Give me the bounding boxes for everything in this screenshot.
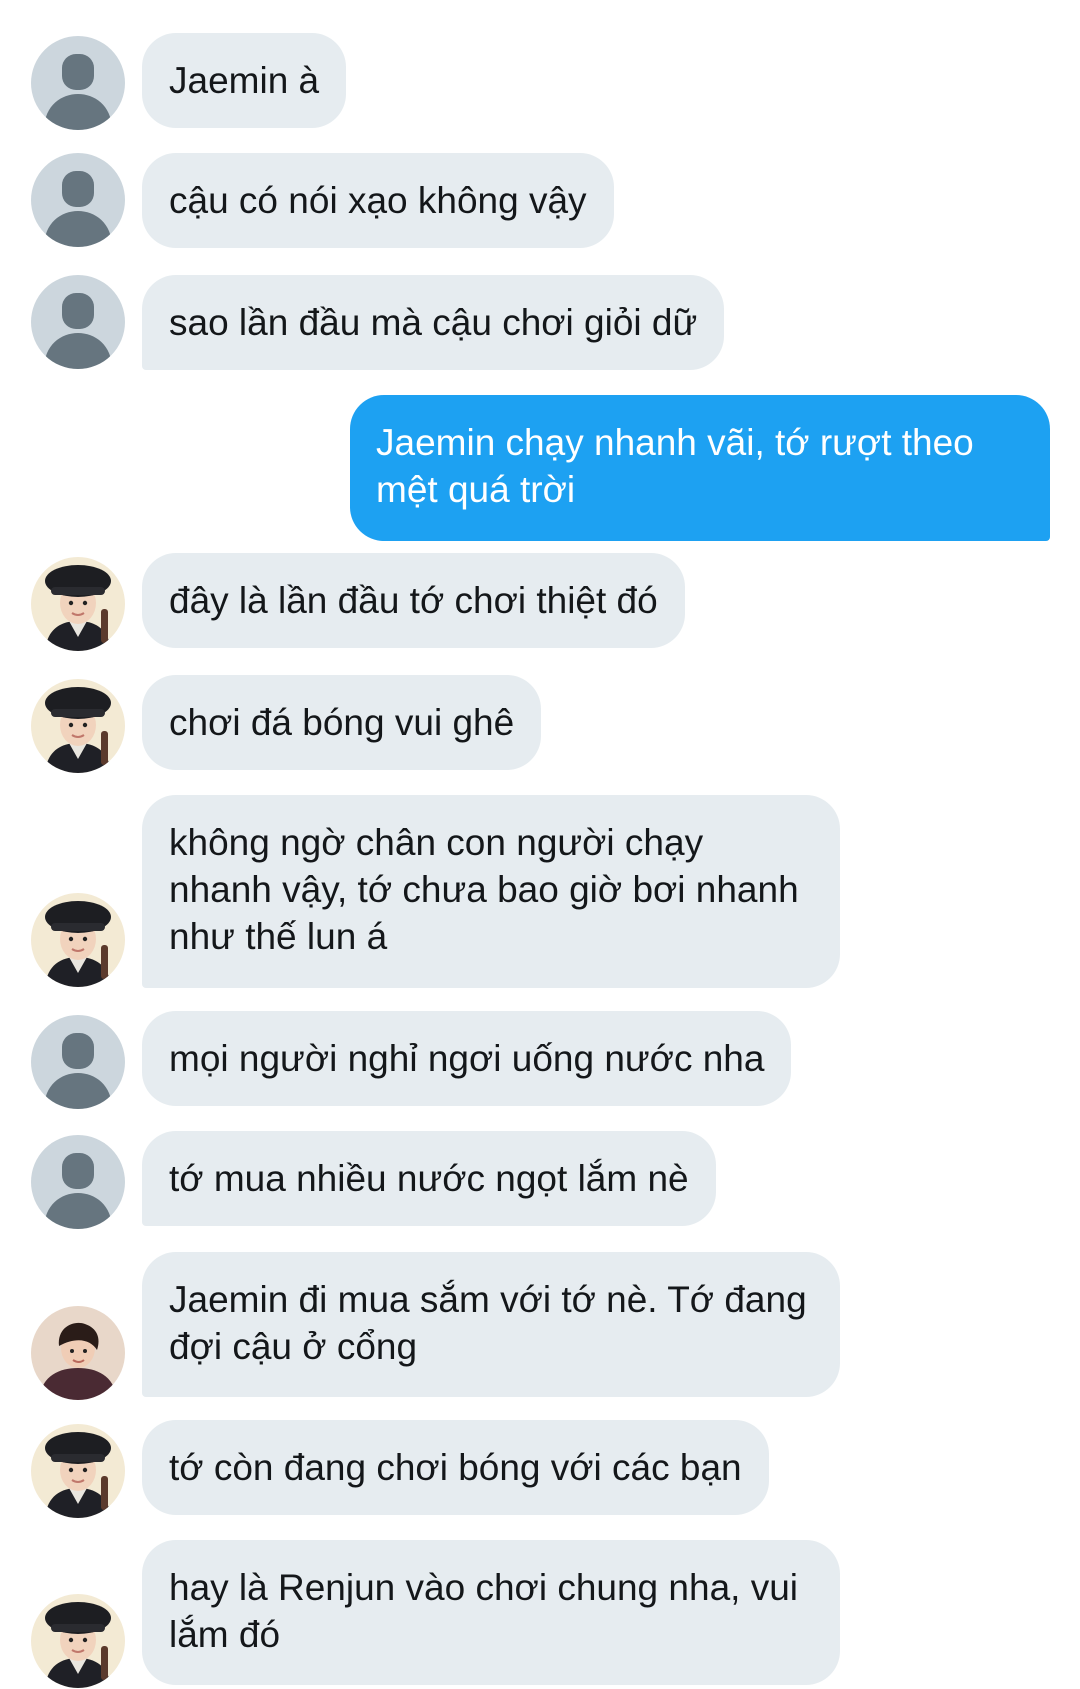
message-row-outgoing: Jaemin chạy nhanh vãi, tớ rượt theo mệt … <box>0 395 1080 541</box>
message-bubble[interactable]: hay là Renjun vào chơi chung nha, vui lắ… <box>142 1540 840 1685</box>
default-profile-icon[interactable] <box>31 153 125 247</box>
message-bubble[interactable]: Jaemin à <box>142 33 347 128</box>
jaemin-avatar[interactable] <box>31 1424 125 1518</box>
message-bubble-outgoing[interactable]: Jaemin chạy nhanh vãi, tớ rượt theo mệt … <box>350 395 1050 541</box>
message-bubble[interactable]: không ngờ chân con người chạy nhanh vậy,… <box>142 795 840 988</box>
jaemin-avatar[interactable] <box>31 557 125 651</box>
message-row: cậu có nói xạo không vậy <box>0 153 1080 248</box>
message-row: hay là Renjun vào chơi chung nha, vui lắ… <box>0 1540 1080 1689</box>
jaemin-avatar[interactable] <box>31 1594 125 1688</box>
message-row: không ngờ chân con người chạy nhanh vậy,… <box>0 795 1080 988</box>
renjun-avatar[interactable] <box>31 1306 125 1400</box>
message-row: chơi đá bóng vui ghê <box>0 675 1080 770</box>
message-bubble[interactable]: Jaemin đi mua sắm với tớ nè. Tớ đang đợi… <box>142 1252 840 1397</box>
message-bubble[interactable]: chơi đá bóng vui ghê <box>142 675 542 770</box>
jaemin-avatar[interactable] <box>31 893 125 987</box>
message-bubble[interactable]: mọi người nghỉ ngơi uống nước nha <box>142 1011 792 1106</box>
default-profile-icon[interactable] <box>31 36 125 130</box>
message-bubble[interactable]: đây là lần đầu tớ chơi thiệt đó <box>142 553 685 648</box>
message-bubble[interactable]: cậu có nói xạo không vậy <box>142 153 614 248</box>
default-profile-icon[interactable] <box>31 1135 125 1229</box>
message-row: tớ mua nhiều nước ngọt lắm nè <box>0 1131 1080 1226</box>
jaemin-avatar[interactable] <box>31 679 125 773</box>
message-row: tớ còn đang chơi bóng với các bạn <box>0 1420 1080 1515</box>
message-row: mọi người nghỉ ngơi uống nước nha <box>0 1011 1080 1106</box>
default-profile-icon[interactable] <box>31 275 125 369</box>
message-row: đây là lần đầu tớ chơi thiệt đó <box>0 553 1080 648</box>
message-bubble[interactable]: tớ mua nhiều nước ngọt lắm nè <box>142 1131 716 1226</box>
message-row: Jaemin đi mua sắm với tớ nè. Tớ đang đợi… <box>0 1252 1080 1397</box>
default-profile-icon[interactable] <box>31 1015 125 1109</box>
message-row: Jaemin à <box>0 33 1080 127</box>
message-bubble[interactable]: tớ còn đang chơi bóng với các bạn <box>142 1420 769 1515</box>
message-row: sao lần đầu mà cậu chơi giỏi dữ <box>0 275 1080 370</box>
message-bubble[interactable]: sao lần đầu mà cậu chơi giỏi dữ <box>142 275 725 370</box>
